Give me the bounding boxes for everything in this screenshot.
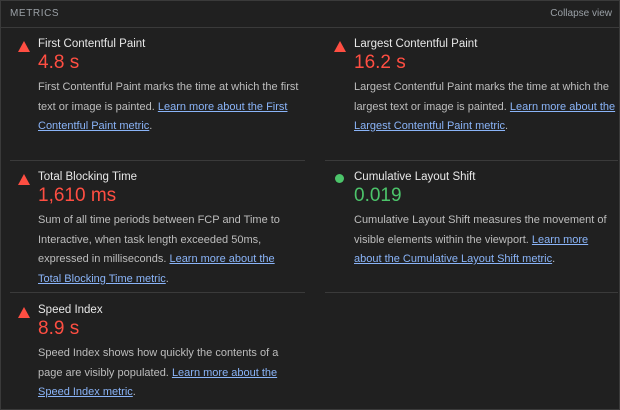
metrics-header: METRICS Collapse view: [1, 1, 619, 28]
metric-name: Speed Index: [38, 304, 103, 316]
description-suffix: .: [132, 386, 136, 398]
metric-description: Sum of all time periods between FCP and …: [38, 211, 300, 289]
metric-description: First Contentful Paint marks the time at…: [38, 78, 300, 137]
metric-name: Largest Contentful Paint: [354, 38, 478, 50]
metric-total-blocking-time: Total Blocking Time 1,610 ms Sum of all …: [18, 171, 308, 291]
metric-value: 16.2 s: [354, 52, 406, 73]
metric-name: First Contentful Paint: [38, 38, 146, 50]
metric-value: 0.019: [354, 185, 402, 206]
metric-value: 1,610 ms: [38, 185, 117, 206]
red-triangle-icon: [18, 174, 30, 186]
metrics-title: METRICS: [10, 8, 60, 19]
divider: [325, 160, 618, 161]
metric-cumulative-layout-shift: Cumulative Layout Shift 0.019 Cumulative…: [334, 171, 620, 281]
collapse-view-button[interactable]: Collapse view: [550, 8, 612, 19]
metric-name: Total Blocking Time: [38, 171, 138, 183]
divider: [10, 292, 305, 293]
metric-description: Cumulative Layout Shift measures the mov…: [354, 211, 616, 270]
metric-speed-index: Speed Index 8.9 s Speed Index shows how …: [18, 304, 308, 404]
red-triangle-icon: [334, 41, 346, 53]
metric-description: Largest Contentful Paint marks the time …: [354, 78, 616, 137]
description-suffix: .: [149, 120, 153, 132]
divider: [10, 160, 305, 161]
description-suffix: .: [505, 120, 509, 132]
description-suffix: .: [552, 253, 556, 265]
divider: [325, 292, 618, 293]
description-suffix: .: [165, 272, 169, 285]
metrics-panel: METRICS Collapse view First Contentful P…: [0, 0, 620, 410]
metric-name: Cumulative Layout Shift: [354, 171, 476, 183]
metric-value: 4.8 s: [38, 52, 80, 73]
metric-description: Speed Index shows how quickly the conten…: [38, 344, 300, 403]
metric-value: 8.9 s: [38, 318, 80, 339]
green-circle-icon: [335, 174, 344, 183]
metric-first-contentful-paint: First Contentful Paint 4.8 s First Conte…: [18, 38, 308, 148]
red-triangle-icon: [18, 41, 30, 53]
metric-largest-contentful-paint: Largest Contentful Paint 16.2 s Largest …: [334, 38, 620, 148]
red-triangle-icon: [18, 307, 30, 319]
